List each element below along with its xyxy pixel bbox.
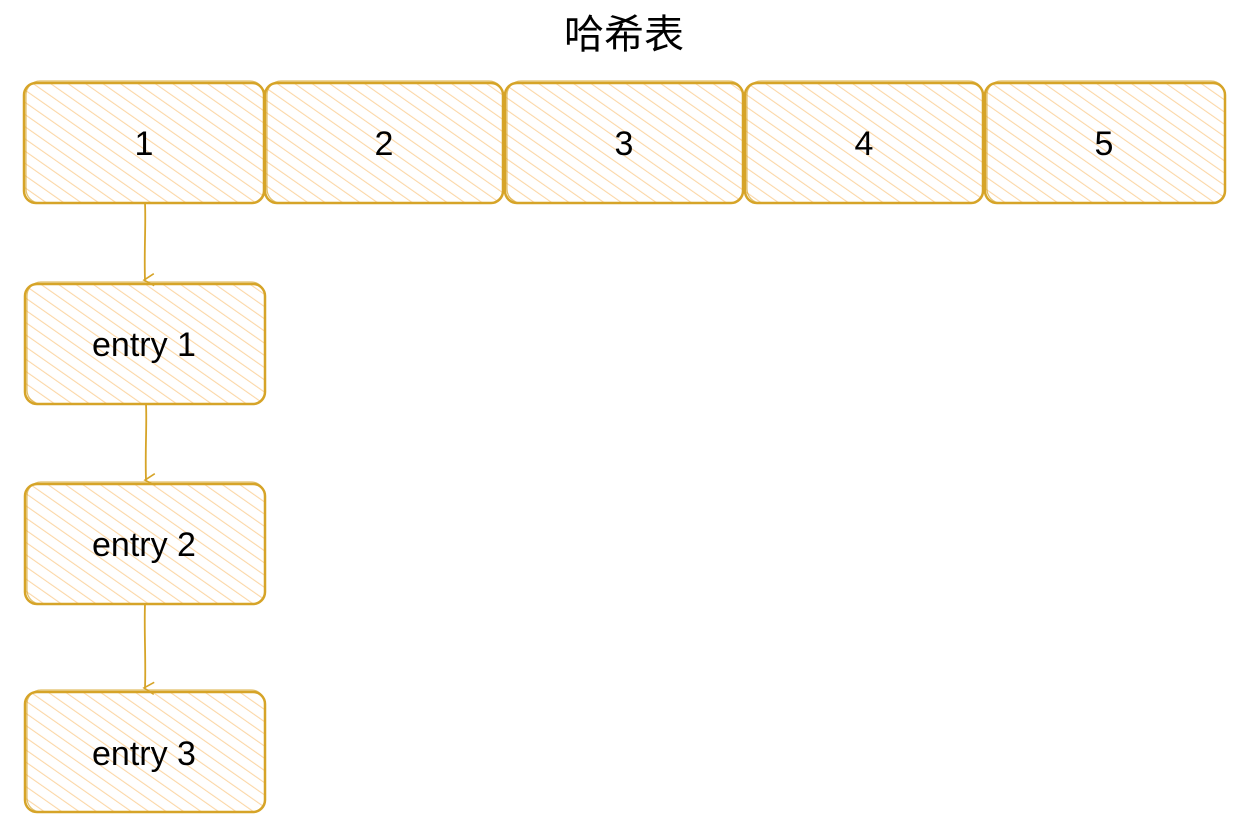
bucket-label: 5 — [1095, 125, 1114, 163]
entry-3: entry 3 — [23, 689, 267, 814]
bucket-1: 1 — [22, 80, 266, 205]
bucket-label: 1 — [135, 125, 154, 163]
hash-table-diagram: 哈希表 1 2 3 4 5 entry 1 entry 2 entry 3 — [22, 12, 1227, 814]
entry-label: entry 2 — [92, 526, 196, 564]
entry-label: entry 3 — [92, 735, 196, 773]
arrow-entry2-to-entry3 — [142, 603, 155, 695]
bucket-3: 3 — [503, 80, 745, 205]
diagram-title: 哈希表 — [564, 12, 684, 58]
bucket-5: 5 — [983, 80, 1227, 205]
bucket-4: 4 — [743, 80, 985, 205]
entry-label: entry 1 — [92, 326, 196, 364]
bucket-label: 3 — [615, 125, 634, 163]
entry-2: entry 2 — [23, 481, 267, 606]
bucket-label: 4 — [855, 125, 874, 163]
entry-1: entry 1 — [23, 281, 267, 406]
bucket-2: 2 — [263, 80, 505, 205]
arrow-entry1-to-entry2 — [143, 403, 156, 487]
arrow-bucket1-to-entry1 — [142, 202, 155, 287]
bucket-label: 2 — [375, 125, 394, 163]
